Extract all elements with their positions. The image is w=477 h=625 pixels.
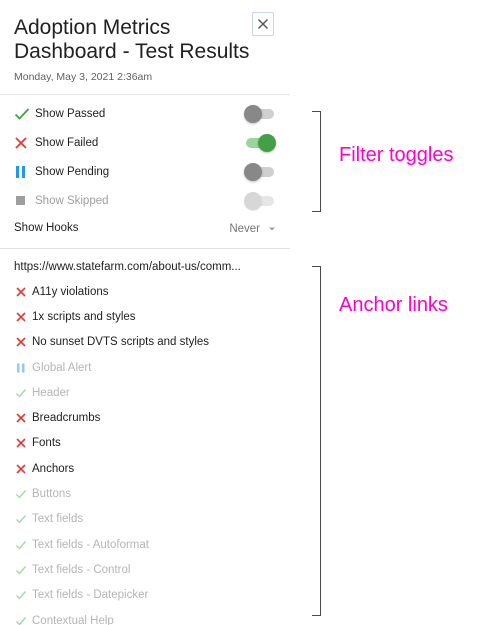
- check-icon: [14, 513, 27, 526]
- x-icon: [14, 437, 27, 450]
- x-icon: [14, 462, 27, 475]
- test-label: A11y violations: [32, 285, 109, 298]
- test-label: Breadcrumbs: [32, 412, 101, 425]
- test-item[interactable]: Breadcrumbs: [14, 405, 284, 430]
- filter-label: Show Failed: [35, 137, 99, 149]
- filter-label: Show Passed: [35, 108, 106, 120]
- suite-url[interactable]: https://www.statefarm.com/about-us/comm.…: [14, 261, 280, 273]
- filter-show-skipped[interactable]: Show Skipped: [14, 190, 276, 212]
- anchor-links-annotation: Anchor links: [339, 294, 448, 316]
- show-hooks-value: Never: [229, 223, 260, 235]
- test-list: A11y violations 1x scripts and styles No s…: [14, 279, 284, 625]
- test-label: Contextual Help: [32, 614, 114, 625]
- anchor-links-bracket: [312, 266, 321, 616]
- test-item[interactable]: Text fields: [14, 507, 284, 532]
- filter-label: Show Pending: [35, 166, 110, 178]
- test-item[interactable]: Contextual Help: [14, 608, 284, 625]
- show-hooks-row: Show Hooks Never: [14, 220, 276, 238]
- report-panel: Adoption Metrics Dashboard - Test Result…: [0, 0, 290, 625]
- test-item[interactable]: Text fields - Autoformat: [14, 532, 284, 557]
- test-item[interactable]: Buttons: [14, 481, 284, 506]
- filter-show-passed[interactable]: Show Passed: [14, 103, 276, 125]
- check-icon: [14, 488, 27, 501]
- test-item[interactable]: 1x scripts and styles: [14, 304, 284, 329]
- filter-toggles-annotation: Filter toggles: [339, 144, 454, 166]
- test-label: 1x scripts and styles: [32, 310, 136, 323]
- show-passed-toggle[interactable]: [244, 105, 276, 123]
- test-label: Text fields - Datepicker: [32, 589, 149, 602]
- page-title: Adoption Metrics Dashboard - Test Result…: [14, 16, 250, 63]
- test-label: Text fields - Control: [32, 563, 131, 576]
- show-pending-toggle[interactable]: [244, 163, 276, 181]
- test-label: Text fields: [32, 513, 84, 526]
- test-item[interactable]: No sunset DVTS scripts and styles: [14, 330, 284, 355]
- close-button[interactable]: [252, 12, 274, 36]
- x-icon: [14, 310, 27, 323]
- show-hooks-select[interactable]: Never: [229, 220, 276, 238]
- divider: [0, 248, 290, 249]
- test-item[interactable]: Text fields - Datepicker: [14, 583, 284, 608]
- check-icon: [14, 106, 32, 122]
- test-label: Text fields - Autoformat: [32, 538, 149, 551]
- test-item[interactable]: A11y violations: [14, 279, 284, 304]
- filter-label: Show Skipped: [35, 195, 109, 207]
- test-item[interactable]: Header: [14, 380, 284, 405]
- show-hooks-label: Show Hooks: [14, 222, 79, 234]
- pause-icon: [14, 164, 32, 180]
- x-icon: [14, 336, 27, 349]
- test-label: Fonts: [32, 437, 61, 450]
- pause-icon: [14, 361, 27, 374]
- x-icon: [14, 412, 27, 425]
- test-label: Global Alert: [32, 361, 92, 374]
- show-skipped-toggle[interactable]: [244, 192, 276, 210]
- check-icon: [14, 614, 27, 625]
- check-icon: [14, 538, 27, 551]
- filter-toggles-bracket: [312, 111, 321, 212]
- check-icon: [14, 386, 27, 399]
- check-icon: [14, 563, 27, 576]
- chevron-down-icon: [269, 227, 275, 231]
- test-label: Header: [32, 386, 70, 399]
- test-item[interactable]: Anchors: [14, 456, 284, 481]
- test-label: Buttons: [32, 488, 71, 501]
- test-item[interactable]: Text fields - Control: [14, 557, 284, 582]
- report-timestamp: Monday, May 3, 2021 2:36am: [14, 71, 153, 83]
- x-icon: [14, 135, 32, 151]
- divider: [0, 94, 290, 95]
- filter-show-pending[interactable]: Show Pending: [14, 161, 276, 183]
- check-icon: [14, 589, 27, 602]
- square-icon: [14, 193, 32, 209]
- x-icon: [14, 285, 27, 298]
- test-label: Anchors: [32, 462, 75, 475]
- show-failed-toggle[interactable]: [244, 134, 276, 152]
- test-item[interactable]: Global Alert: [14, 355, 284, 380]
- test-item[interactable]: Fonts: [14, 431, 284, 456]
- test-label: No sunset DVTS scripts and styles: [32, 336, 210, 349]
- close-icon: [258, 19, 268, 29]
- filter-show-failed[interactable]: Show Failed: [14, 132, 276, 154]
